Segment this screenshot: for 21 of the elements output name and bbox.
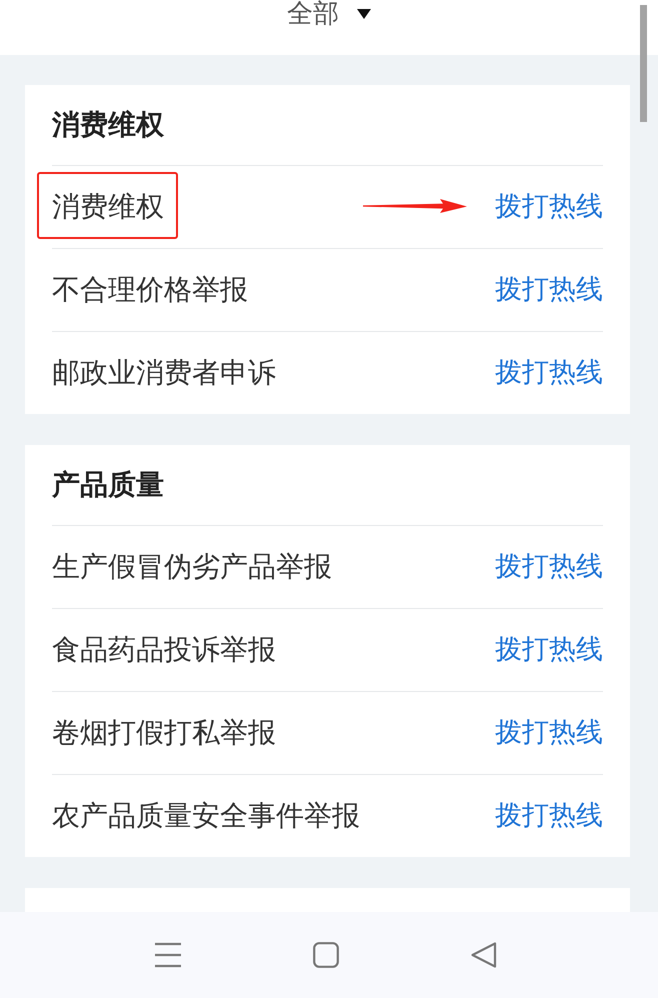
section-title: 消费维权 — [52, 107, 165, 143]
service-name: 生产假冒伪劣产品举报 — [52, 549, 332, 585]
service-name: 不合理价格举报 — [52, 272, 248, 308]
call-hotline-link[interactable]: 拨打热线 — [495, 547, 603, 587]
service-name: 农产品质量安全事件举报 — [52, 798, 360, 834]
call-hotline-link[interactable]: 拨打热线 — [495, 353, 603, 393]
service-name: 卷烟打假打私举报 — [52, 715, 276, 751]
call-hotline-link[interactable]: 拨打热线 — [495, 270, 603, 310]
service-name: 食品药品投诉举报 — [52, 632, 276, 668]
call-hotline-link[interactable]: 拨打热线 — [495, 713, 603, 753]
service-name: 消费维权 — [52, 189, 164, 225]
square-icon[interactable] — [313, 942, 339, 968]
call-hotline-link[interactable]: 拨打热线 — [495, 796, 603, 836]
filter-dropdown[interactable]: 全部 — [283, 0, 375, 28]
menu-icon[interactable] — [155, 942, 181, 968]
service-name: 邮政业消费者申诉 — [52, 355, 276, 391]
caret-icon — [357, 9, 371, 19]
call-hotline-link[interactable]: 拨打热线 — [495, 630, 603, 670]
call-hotline-link[interactable]: 拨打热线 — [495, 187, 603, 227]
back-icon[interactable] — [471, 942, 497, 968]
section-title: 产品质量 — [52, 467, 165, 503]
